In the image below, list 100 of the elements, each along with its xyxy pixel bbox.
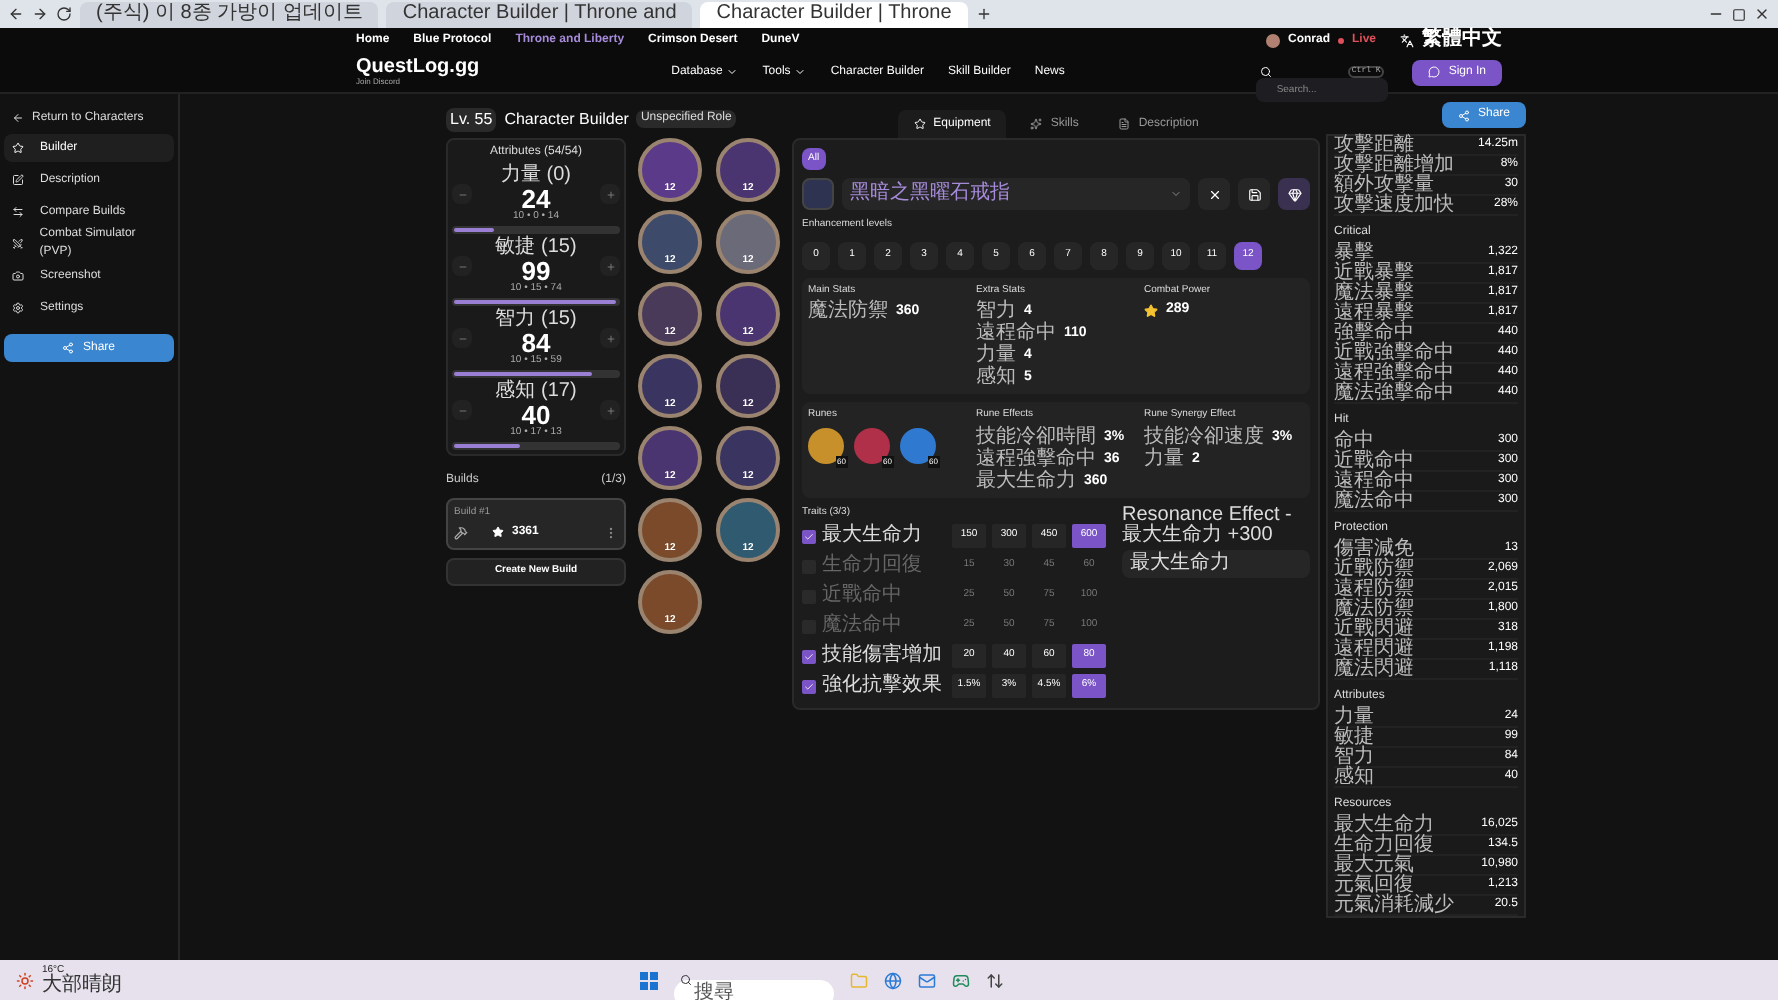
trait-name: 技能傷害增加 <box>822 646 944 666</box>
stat-label: 力量 <box>1144 447 1184 469</box>
stat-label: 遠程強擊命中 <box>976 447 1096 469</box>
edit-icon <box>12 174 24 186</box>
check-icon <box>804 681 814 691</box>
globe-icon[interactable] <box>884 971 902 989</box>
attribute-value: 24 <box>521 186 551 212</box>
stat-label: 魔法強擊命中 <box>1334 383 1454 403</box>
stat-label: 近戰暴擊 <box>1334 263 1414 283</box>
sparkles-icon <box>1030 118 1043 130</box>
stat-label: 魔法防禦 <box>1334 599 1414 619</box>
stat-label: 遠程防禦 <box>1334 579 1414 599</box>
stat-label: 命中 <box>1334 431 1374 451</box>
rune-icon[interactable] <box>854 427 890 463</box>
browser-tab[interactable]: Character Builder | Throne and <box>386 1 693 27</box>
stat-label: 感知 <box>976 366 1016 388</box>
page-title: Character Builder <box>504 107 629 131</box>
save-button[interactable] <box>1238 178 1270 210</box>
attribute-name: 感知 (17) <box>495 382 577 402</box>
stat-label: 最大生命力 <box>976 469 1076 491</box>
stat-label: 遠程閃避 <box>1334 639 1414 659</box>
stat-label: 生命力回復 <box>1334 835 1434 855</box>
chevron-icon <box>794 66 807 78</box>
minus-icon <box>457 261 467 271</box>
new-tab-icon[interactable] <box>975 6 992 22</box>
minus-icon <box>457 189 467 199</box>
stat-label: 敏捷 <box>1334 727 1374 747</box>
stat-label: 魔法暴擊 <box>1334 283 1414 303</box>
stat-label: 傷害減免 <box>1334 539 1414 559</box>
star-icon <box>12 142 24 154</box>
stat-label: 攻擊距離 <box>1334 135 1414 155</box>
star-icon <box>1144 303 1158 318</box>
plus-icon <box>605 261 615 271</box>
arrows-icon[interactable] <box>986 971 1004 989</box>
stat-label: 近戰閃避 <box>1334 619 1414 639</box>
close-icon[interactable] <box>1754 6 1770 22</box>
star-icon <box>913 118 926 130</box>
plus-icon <box>605 333 615 343</box>
stat-label: 近戰強擊命中 <box>1334 343 1454 363</box>
chat-icon <box>1428 66 1441 78</box>
trait-name: 近戰命中 <box>822 586 904 606</box>
level-badge: Lv. 55 <box>446 107 497 131</box>
resonance-select[interactable]: 最大生命力 <box>1122 549 1310 577</box>
rune-icon[interactable] <box>900 427 936 463</box>
gem-button[interactable] <box>1278 178 1310 210</box>
star-icon <box>492 526 504 538</box>
maximize-icon[interactable] <box>1732 7 1746 21</box>
attribute-name: 智力 (15) <box>495 310 577 330</box>
clear-button[interactable] <box>1198 178 1230 210</box>
plus-icon <box>605 405 615 415</box>
weather-icon[interactable] <box>16 971 34 989</box>
gem-icon <box>1287 187 1301 201</box>
mail-icon[interactable] <box>918 971 936 989</box>
trait-checkbox[interactable] <box>802 649 816 663</box>
language-selector[interactable]: 繁體中文 <box>1422 30 1502 50</box>
swords-icon <box>12 238 24 250</box>
minus-icon <box>457 405 467 415</box>
trait-name: 強化抗擊效果 <box>822 676 944 696</box>
browser-tab[interactable]: (주식) 이 8종 가방이 업데이트 <box>80 1 379 27</box>
stat-label: 遠程命中 <box>976 322 1056 344</box>
attribute-value: 40 <box>521 402 551 428</box>
refresh-icon[interactable] <box>56 6 72 22</box>
plus-icon <box>605 189 615 199</box>
item-select[interactable]: 黑暗之黑曜石戒指 <box>842 178 1190 210</box>
rune-icon[interactable] <box>808 427 844 463</box>
back-icon[interactable] <box>8 6 24 22</box>
browser-tab[interactable]: Character Builder | Throne <box>700 1 968 27</box>
camera-icon <box>12 270 24 282</box>
search-icon <box>1260 66 1273 78</box>
windows-logo-icon[interactable] <box>640 971 658 989</box>
stat-label: 攻擊速度加快 <box>1334 195 1454 215</box>
close-icon <box>1207 187 1221 201</box>
stat-label: 元氣回復 <box>1334 875 1414 895</box>
gamepad-icon[interactable] <box>952 971 970 989</box>
forward-icon[interactable] <box>32 6 48 22</box>
stat-label: 魔法閃避 <box>1334 659 1414 679</box>
stat-label: 最大生命力 <box>1334 815 1434 835</box>
site-logo[interactable]: QuestLog.gg <box>356 58 480 78</box>
trait-checkbox[interactable] <box>802 679 816 693</box>
trait-name: 魔法命中 <box>822 616 904 636</box>
stat-label: 遠程命中 <box>1334 471 1414 491</box>
trait-checkbox[interactable] <box>802 529 816 543</box>
stat-label: 遠程暴擊 <box>1334 303 1414 323</box>
attribute-name: 力量 (0) <box>501 166 571 186</box>
arrows-icon <box>12 206 24 218</box>
attribute-value: 84 <box>521 330 551 356</box>
check-icon <box>804 651 814 661</box>
share-icon <box>62 342 75 354</box>
stat-label: 力量 <box>1334 707 1374 727</box>
user-avatar[interactable] <box>1265 33 1280 47</box>
stat-label: 技能冷卻時間 <box>976 425 1096 447</box>
stat-label: 元氣消耗減少 <box>1334 895 1454 915</box>
search-icon <box>680 974 692 986</box>
stat-label: 最大元氣 <box>1334 855 1414 875</box>
document-icon <box>1118 118 1131 130</box>
stat-label: 智力 <box>976 300 1016 322</box>
stat-label: 力量 <box>976 344 1016 366</box>
stat-label: 額外攻擊量 <box>1334 175 1434 195</box>
check-icon <box>804 531 814 541</box>
language-icon <box>1400 33 1414 47</box>
